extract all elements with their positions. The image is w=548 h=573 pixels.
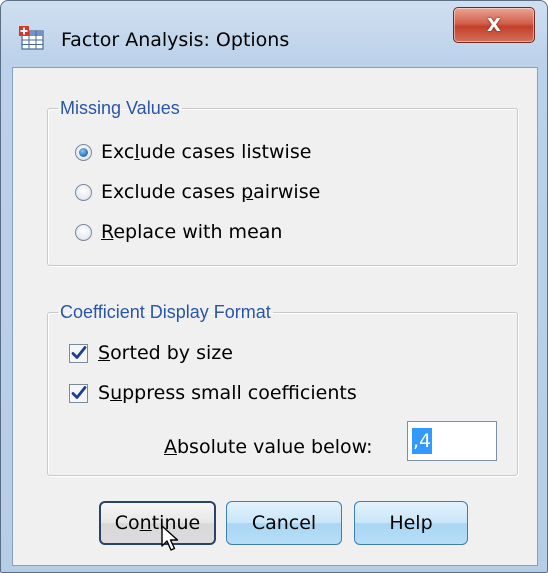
- continue-button-label: Continue: [114, 512, 201, 534]
- checkbox-suppress-small-coefficients[interactable]: Suppress small coefficients: [69, 382, 357, 404]
- help-button[interactable]: Help: [354, 501, 468, 545]
- dialog-title: Factor Analysis: Options: [61, 29, 290, 51]
- factor-analysis-options-dialog: Factor Analysis: Options X Missing Value…: [0, 0, 548, 573]
- absolute-value-input[interactable]: ,4: [407, 421, 497, 461]
- checkbox-checked[interactable]: [69, 343, 88, 363]
- missing-values-legend: Missing Values: [60, 98, 180, 118]
- checkbox-sorted-by-size[interactable]: Sorted by size: [69, 342, 233, 364]
- checkmark-icon: [71, 346, 86, 359]
- mouse-pointer-icon: [161, 525, 179, 551]
- dialog-body: Missing Values Exclude cases listwise Ex…: [12, 67, 538, 566]
- checkbox-label-suppress: Suppress small coefficients: [98, 382, 357, 404]
- absolute-value-text: ,4: [412, 428, 433, 454]
- radio-replace-with-mean[interactable]: Replace with mean: [75, 221, 282, 243]
- radio-label-pairwise: Exclude cases pairwise: [101, 181, 321, 203]
- checkbox-label-sorted: Sorted by size: [98, 342, 233, 364]
- radio-label-listwise: Exclude cases listwise: [101, 141, 312, 163]
- radio-exclude-listwise[interactable]: Exclude cases listwise: [75, 141, 311, 163]
- cancel-button-label: Cancel: [251, 512, 317, 534]
- radio-exclude-pairwise[interactable]: Exclude cases pairwise: [75, 181, 320, 203]
- help-button-label: Help: [389, 512, 433, 534]
- checkbox-checked[interactable]: [69, 383, 88, 403]
- close-icon: X: [487, 14, 501, 36]
- radio-button[interactable]: [75, 183, 92, 201]
- close-button[interactable]: X: [453, 7, 535, 43]
- radio-label-replace-mean: Replace with mean: [101, 221, 283, 243]
- absolute-value-label: Absolute value below:: [164, 436, 373, 458]
- continue-button[interactable]: Continue: [99, 501, 216, 545]
- coefficient-display-legend: Coefficient Display Format: [60, 302, 271, 322]
- cancel-button[interactable]: Cancel: [226, 501, 342, 545]
- radio-button-selected[interactable]: [75, 143, 92, 161]
- checkmark-icon: [71, 386, 86, 399]
- title-bar[interactable]: Factor Analysis: Options X: [1, 1, 547, 67]
- radio-button[interactable]: [75, 223, 92, 241]
- spss-table-icon: [19, 26, 44, 50]
